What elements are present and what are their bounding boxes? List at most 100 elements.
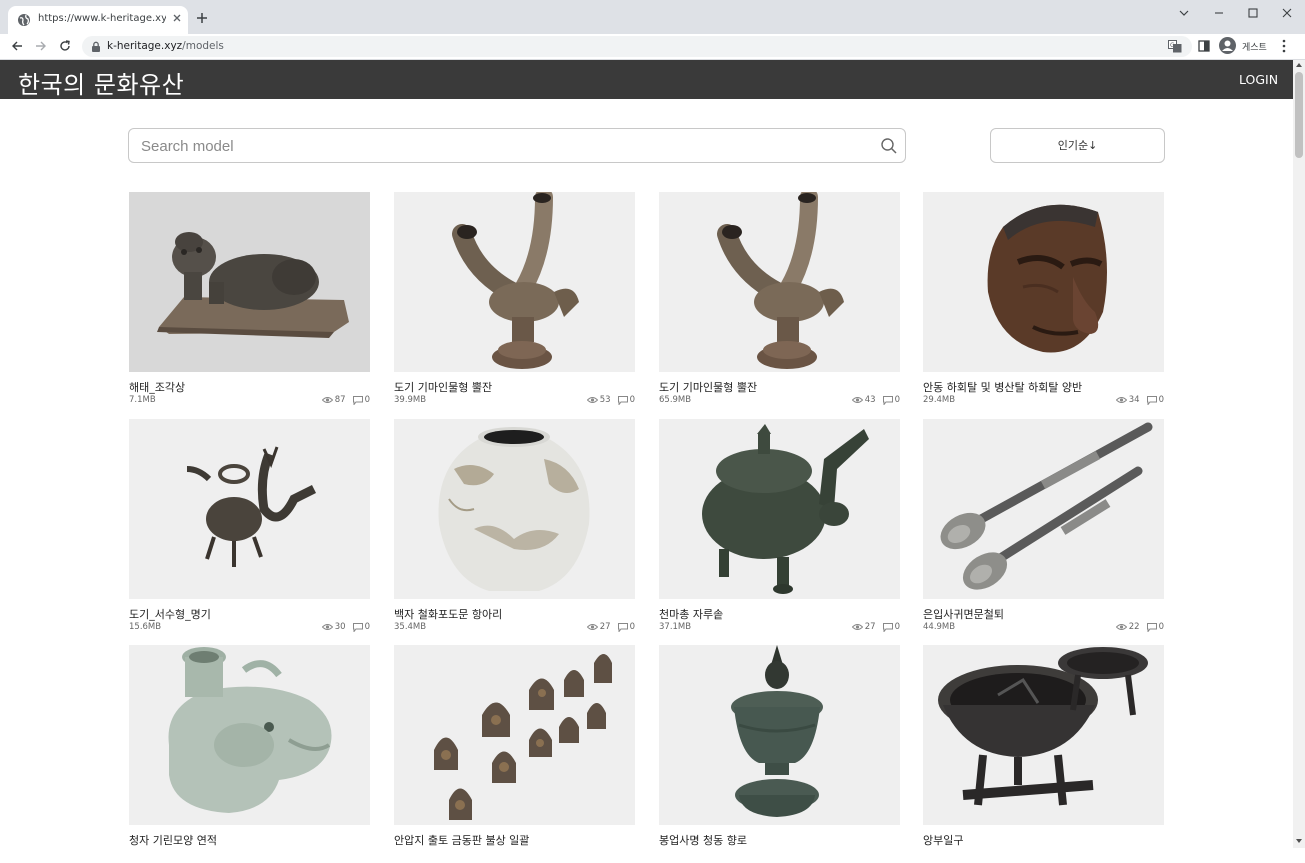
search-input[interactable]	[141, 135, 861, 157]
comment-icon	[352, 622, 363, 632]
browser-tab-bar: https://www.k-heritage.xyz/models	[0, 0, 1305, 34]
model-stats: 43 0	[851, 395, 900, 405]
model-thumbnail[interactable]	[129, 192, 370, 372]
model-size: 35.4MB	[394, 622, 427, 632]
lock-icon[interactable]	[91, 41, 101, 52]
scroll-up-arrow-icon[interactable]	[1296, 63, 1302, 67]
model-title[interactable]: 백자 철화포도문 항아리	[394, 606, 502, 622]
view-count: 27	[864, 622, 876, 632]
model-size: 65.9MB	[659, 395, 692, 405]
eye-icon	[1115, 624, 1127, 630]
minimize-icon[interactable]	[1212, 6, 1226, 20]
model-thumbnail[interactable]	[923, 645, 1164, 825]
site-title[interactable]: 한국의 문화유산	[18, 65, 184, 100]
page-scrollbar[interactable]	[1293, 60, 1305, 848]
comment-count: 0	[364, 622, 370, 632]
white-porcelain-jar-icon	[438, 427, 590, 591]
comment-count: 0	[1158, 395, 1164, 405]
model-title[interactable]: 은입사귀면문철퇴	[923, 606, 1004, 622]
horse-rider-horn-cup-icon	[452, 192, 579, 369]
model-thumbnail[interactable]	[659, 645, 900, 825]
url-text[interactable]: k-heritage.xyz/models	[107, 40, 224, 52]
eye-icon	[321, 397, 333, 403]
model-thumbnail[interactable]	[394, 419, 635, 599]
model-size: 37.1MB	[659, 622, 692, 632]
model-card[interactable]: 안동 하회탈 및 병산탈 하회탈 양반 29.4MB 34 0	[923, 192, 1164, 410]
model-title[interactable]: 청자 기린모양 연적	[129, 832, 217, 848]
model-stats: 30 0	[321, 622, 370, 632]
view-count: 22	[1128, 622, 1140, 632]
model-title[interactable]: 앙부일구	[923, 832, 963, 848]
model-card[interactable]: 안압지 출토 금동판 불상 일괄	[394, 645, 635, 863]
model-card[interactable]: 도기_서수형_명기 15.6MB 30 0	[129, 419, 370, 637]
model-title[interactable]: 안압지 출토 금동판 불상 일괄	[394, 832, 529, 848]
more-vertical-icon[interactable]	[1282, 39, 1286, 53]
scrollbar-thumb[interactable]	[1295, 72, 1303, 158]
model-card[interactable]: 청자 기린모양 연적	[129, 645, 370, 863]
eye-icon	[321, 624, 333, 630]
model-thumbnail[interactable]	[129, 645, 370, 825]
model-size: 44.9MB	[923, 622, 956, 632]
model-card[interactable]: 천마총 자루솥 37.1MB 27 0	[659, 419, 900, 637]
profile-button[interactable]: 게스트	[1216, 36, 1274, 56]
model-size: 39.9MB	[394, 395, 427, 405]
model-thumbnail[interactable]	[394, 645, 635, 825]
eye-icon	[586, 397, 598, 403]
stone-haetae-statue-icon	[129, 192, 370, 372]
model-stats: 27 0	[586, 622, 635, 632]
comment-icon	[617, 395, 628, 405]
model-card[interactable]: 앙부일구	[923, 645, 1164, 863]
model-stats: 22 0	[1115, 622, 1164, 632]
search-icon[interactable]	[880, 137, 898, 155]
sort-button[interactable]: 인기순↓	[990, 128, 1165, 163]
model-title[interactable]: 해태_조각상	[129, 379, 185, 395]
translate-icon[interactable]: G	[1168, 40, 1182, 53]
model-card[interactable]: 해태_조각상 7.1MB 87 0	[129, 192, 370, 410]
eye-icon	[586, 624, 598, 630]
side-panel-icon[interactable]	[1198, 40, 1210, 52]
address-bar[interactable]: k-heritage.xyz/models G	[82, 36, 1192, 57]
forward-arrow-icon[interactable]	[34, 39, 48, 53]
model-title[interactable]: 도기 기마인물형 뿔잔	[394, 379, 492, 395]
model-title[interactable]: 봉업사명 청동 향로	[659, 832, 747, 848]
model-thumbnail[interactable]	[659, 192, 900, 372]
scroll-down-arrow-icon[interactable]	[1296, 839, 1302, 843]
model-title[interactable]: 도기_서수형_명기	[129, 606, 211, 622]
eye-icon	[1115, 397, 1127, 403]
login-link[interactable]: LOGIN	[1239, 72, 1278, 87]
comment-icon	[882, 622, 893, 632]
comment-count: 0	[629, 622, 635, 632]
back-arrow-icon[interactable]	[10, 39, 24, 53]
search-box[interactable]	[128, 128, 906, 163]
close-window-icon[interactable]	[1280, 6, 1294, 20]
view-count: 87	[334, 395, 346, 405]
model-title[interactable]: 천마총 자루솥	[659, 606, 723, 622]
model-card[interactable]: 도기 기마인물형 뿔잔 65.9MB 43 0	[659, 192, 900, 410]
profile-name: 게스트	[1242, 43, 1267, 53]
model-size: 7.1MB	[129, 395, 156, 405]
maximize-icon[interactable]	[1246, 6, 1260, 20]
bronze-kettle-icon	[702, 424, 869, 594]
model-card[interactable]: 은입사귀면문철퇴 44.9MB 22 0	[923, 419, 1164, 637]
model-title[interactable]: 도기 기마인물형 뿔잔	[659, 379, 757, 395]
model-thumbnail[interactable]	[923, 192, 1164, 372]
iron-maces-icon	[940, 422, 1153, 590]
reload-icon[interactable]	[58, 39, 72, 53]
model-stats: 27 0	[851, 622, 900, 632]
model-card[interactable]: 백자 철화포도문 항아리 35.4MB 27 0	[394, 419, 635, 637]
browser-tab[interactable]: https://www.k-heritage.xyz/models	[8, 6, 188, 34]
new-tab-icon[interactable]	[196, 12, 208, 24]
model-card[interactable]: 봉업사명 청동 향로	[659, 645, 900, 863]
comment-icon	[352, 395, 363, 405]
model-thumbnail[interactable]	[659, 419, 900, 599]
chevron-down-icon[interactable]	[1177, 6, 1191, 20]
model-card[interactable]: 도기 기마인물형 뿔잔 39.9MB 53 0	[394, 192, 635, 410]
model-thumbnail[interactable]	[923, 419, 1164, 599]
close-tab-icon[interactable]	[171, 12, 183, 24]
model-thumbnail[interactable]	[394, 192, 635, 372]
comment-count: 0	[894, 395, 900, 405]
tab-title: https://www.k-heritage.xyz/models	[38, 13, 166, 24]
model-thumbnail[interactable]	[129, 419, 370, 599]
comment-count: 0	[1158, 622, 1164, 632]
model-title[interactable]: 안동 하회탈 및 병산탈 하회탈 양반	[923, 379, 1082, 395]
